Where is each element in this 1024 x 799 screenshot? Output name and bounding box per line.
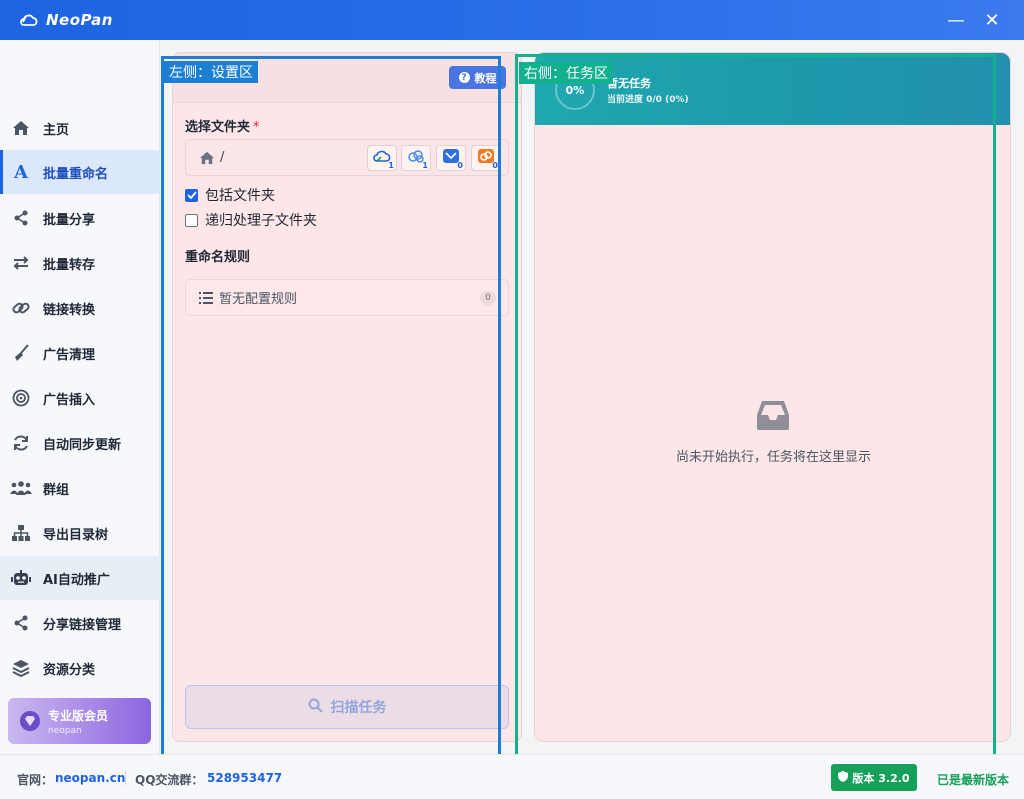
question-icon: ? <box>458 72 470 83</box>
recursive-checkbox[interactable]: 递归处理子文件夹 <box>185 210 317 230</box>
sidebar-item-label: 批量重命名 <box>43 166 109 182</box>
app-title: NeoPan <box>46 11 113 29</box>
sidebar-item-resource-category[interactable]: 资源分类 <box>0 646 160 690</box>
sidebar-item-label: 群组 <box>43 482 70 498</box>
include-folders-label: 包括文件夹 <box>205 188 275 204</box>
vip-title: 专业版会员 <box>48 708 109 723</box>
version-badge[interactable]: 版本 3.2.0 <box>831 764 917 791</box>
required-mark: * <box>253 120 260 135</box>
font-a-icon: A <box>14 161 28 183</box>
website-link[interactable]: neopan.cn <box>55 771 125 785</box>
sidebar-item-label: AI自动推广 <box>43 572 110 588</box>
robot-icon <box>10 567 32 589</box>
link-icon <box>10 297 32 319</box>
share-icon <box>10 207 32 229</box>
cloud-count: 1 <box>388 161 394 170</box>
target-icon <box>10 387 32 409</box>
sidebar-item-home[interactable]: 主页 <box>0 106 160 150</box>
layers-icon <box>10 657 32 679</box>
recursive-label: 递归处理子文件夹 <box>205 213 317 229</box>
cloud-drive-button-2[interactable]: 1 <box>401 145 431 171</box>
sidebar-item-label: 资源分类 <box>43 662 96 678</box>
checkbox-unchecked-icon[interactable] <box>185 213 198 227</box>
checkbox-checked-icon[interactable] <box>185 188 198 202</box>
sidebar-item-label: 分享链接管理 <box>43 617 122 633</box>
sidebar-item-label: 批量转存 <box>43 257 96 273</box>
qq-group-label: QQ交流群： <box>135 773 204 787</box>
sidebar-item-label: 链接转换 <box>43 302 96 318</box>
sidebar-item-batch-rename[interactable]: A 批量重命名 <box>0 150 160 194</box>
folder-label-text: 选择文件夹 <box>185 120 251 135</box>
website-label: 官网： <box>17 773 54 787</box>
rules-empty-text: 暂无配置规则 <box>219 292 298 307</box>
sidebar-item-label: 导出目录树 <box>43 527 109 543</box>
status-bar: 官网： neopan.cn QQ交流群： 528953477 版本 3.2.0 … <box>0 754 1024 799</box>
settings-panel: ? 教程 选择文件夹 * / 1 1 0 0 包括文件夹 递归处理子文件夹 重命… <box>172 52 522 742</box>
cloud-count: 0 <box>492 161 498 170</box>
footer-divider <box>125 771 126 785</box>
transfer-icon <box>10 252 32 274</box>
home-icon <box>198 149 216 167</box>
folder-label: 选择文件夹 * <box>185 116 260 135</box>
sidebar-item-label: 主页 <box>43 122 70 138</box>
title-bar: NeoPan — ✕ <box>0 0 1024 40</box>
rules-label: 重命名规则 <box>185 250 251 265</box>
group-icon <box>10 477 32 499</box>
scan-task-label: 扫描任务 <box>330 700 387 716</box>
include-folders-checkbox[interactable]: 包括文件夹 <box>185 185 275 205</box>
sidebar-item-label: 广告清理 <box>43 347 96 363</box>
settings-area-tag: 左侧：设置区 <box>164 61 258 83</box>
sidebar-item-export-tree[interactable]: 导出目录树 <box>0 511 160 555</box>
sidebar-item-groups[interactable]: 群组 <box>0 466 160 510</box>
folder-path: / <box>220 150 225 165</box>
list-icon <box>198 290 214 306</box>
sidebar-item-label: 批量分享 <box>43 212 96 228</box>
rules-count-badge: 0 <box>480 291 496 305</box>
close-button[interactable]: ✕ <box>976 4 1008 36</box>
empty-state-message: 尚未开始执行，任务将在这里显示 <box>675 450 871 465</box>
cloud-count: 1 <box>422 161 428 170</box>
vip-card[interactable]: 专业版会员 neopan <box>8 698 151 744</box>
sidebar-item-ai-promote[interactable]: AI自动推广 <box>0 556 160 600</box>
sidebar-item-link-convert[interactable]: 链接转换 <box>0 286 160 330</box>
sidebar-item-batch-transfer[interactable]: 批量转存 <box>0 241 160 285</box>
sidebar-item-label: 自动同步更新 <box>43 437 122 453</box>
vip-subtitle: neopan <box>48 725 82 736</box>
sidebar-item-share-link-manage[interactable]: 分享链接管理 <box>0 601 160 645</box>
minimize-button[interactable]: — <box>940 4 972 36</box>
sidebar-item-label: 广告插入 <box>43 392 96 408</box>
cloud-drive-button-1[interactable]: 1 <box>367 145 397 171</box>
home-icon <box>10 117 32 139</box>
sitemap-icon <box>10 522 32 544</box>
cloud-drive-button-3[interactable]: 0 <box>436 145 466 171</box>
sidebar-item-ad-insert[interactable]: 广告插入 <box>0 376 160 420</box>
qq-group-number[interactable]: 528953477 <box>207 771 282 785</box>
sidebar: 主页 A 批量重命名 批量分享 批量转存 链接转换 广告清理 广告插入 自动同步… <box>0 40 160 754</box>
tutorial-label: 教程 <box>474 71 497 85</box>
sidebar-item-ad-clean[interactable]: 广告清理 <box>0 331 160 375</box>
inbox-icon <box>756 399 790 431</box>
sync-icon <box>10 432 32 454</box>
task-title: 暂无任务 <box>607 77 651 90</box>
sidebar-item-batch-share[interactable]: 批量分享 <box>0 196 160 240</box>
broom-icon <box>10 342 32 364</box>
version-text: 版本 3.2.0 <box>852 771 910 785</box>
folder-selector[interactable]: / 1 1 0 0 <box>185 139 509 176</box>
cloud-count: 0 <box>457 161 463 170</box>
task-progress-text: 当前进度 0/0 (0%) <box>607 95 689 105</box>
search-icon <box>308 698 323 717</box>
tutorial-button[interactable]: ? 教程 <box>449 66 506 89</box>
sidebar-item-auto-sync[interactable]: 自动同步更新 <box>0 421 160 465</box>
rules-list[interactable]: 暂无配置规则 0 <box>185 279 509 316</box>
shield-icon <box>838 770 849 785</box>
diamond-icon <box>20 711 40 731</box>
task-area-tag: 右侧：任务区 <box>519 62 613 84</box>
scan-task-button[interactable]: 扫描任务 <box>185 685 509 729</box>
latest-version-text: 已是最新版本 <box>937 773 1010 787</box>
task-panel: 0% 暂无任务 当前进度 0/0 (0%) 尚未开始执行，任务将在这里显示 <box>534 52 1011 742</box>
cloud-drive-button-4[interactable]: 0 <box>471 145 501 171</box>
app-logo-icon <box>18 9 40 31</box>
share-icon <box>10 612 32 634</box>
